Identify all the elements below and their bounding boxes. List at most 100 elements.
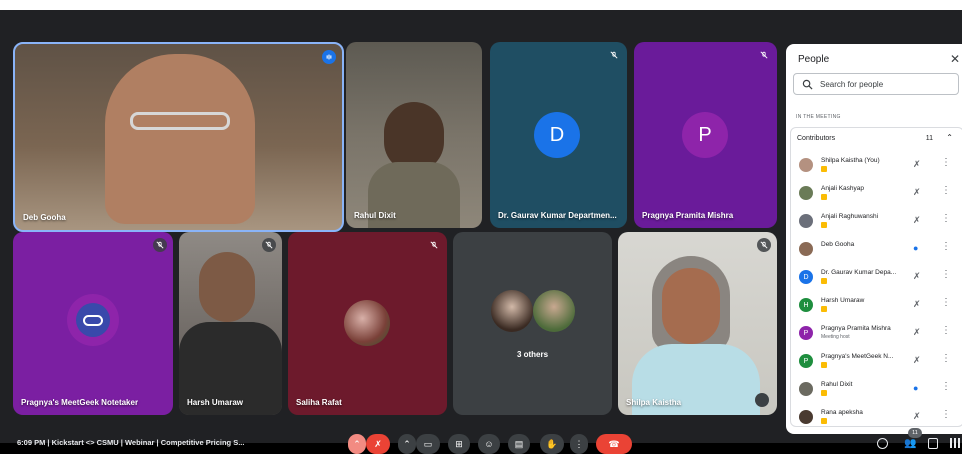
chat-icon[interactable] [928,438,938,449]
mic-muted-icon [757,48,771,62]
avatar [799,214,813,228]
mic-muted-icon: ✗ [913,271,921,281]
captions-button[interactable]: ▤ [508,434,530,454]
participant-row-name: Pragnya Pramita Mishra [821,325,891,332]
more-horizontal-icon: ● [913,383,919,393]
participant-row[interactable]: Deb Gooha ● ⋮ [799,238,959,264]
participant-role: Meeting host [821,334,850,340]
emoji-button[interactable]: ☺ [478,434,500,454]
group-count: 11 [925,135,933,142]
mic-muted-icon: ✗ [913,159,921,169]
participant-row[interactable]: H Harsh Umaraw ✗ ⋮ [799,294,959,320]
avatar [799,158,813,172]
mic-muted-icon [262,238,276,252]
participant-row-name: Rahul Dixit [821,381,853,388]
more-options-icon[interactable]: ⋮ [941,297,951,308]
raise-hand-button[interactable]: ✋ [540,434,564,454]
participant-row-name: Anjali Kashyap [821,185,864,192]
pip-icon[interactable] [755,393,769,407]
bottom-control-bar: 6:09 PM | Kickstart <> CSMU | Webinar | … [0,428,962,454]
glasses [130,112,230,130]
participant-name: Saliha Rafat [296,398,342,407]
speaking-indicator-icon [322,50,336,64]
avatar: P [799,354,813,368]
meeting-stage: Deb Gooha Rahul Dixit D Dr. Gaurav Kumar… [0,10,962,454]
group-label[interactable]: Contributors [797,135,835,142]
more-options-icon[interactable]: ⋮ [941,157,951,168]
activities-icon[interactable] [950,438,960,448]
more-options-icon[interactable]: ⋮ [941,213,951,224]
close-icon[interactable]: ✕ [950,52,960,66]
participant-name: Rahul Dixit [354,211,396,220]
participant-avatar [491,290,533,332]
more-options-icon[interactable]: ⋮ [941,353,951,364]
more-options-icon[interactable]: ⋮ [941,381,951,392]
contributors-group: Contributors 11 ⌃ Shilpa Kaistha (You) ✗… [790,127,962,427]
video-tile-rahul[interactable]: Rahul Dixit [346,42,482,228]
mic-toggle-button[interactable]: ✗ [366,434,390,454]
participant-row[interactable]: Rana apeksha ✗ ⋮ [799,406,959,432]
chevron-up-icon[interactable]: ⌃ [946,133,953,142]
search-icon [802,79,813,90]
browser-top-strip [0,0,962,10]
video-tile-shilpa[interactable]: Shilpa Kaistha [618,232,777,415]
participant-row[interactable]: Anjali Raghuwanshi ✗ ⋮ [799,210,959,236]
participant-name: Pragnya Pramita Mishra [642,211,734,220]
more-options-icon[interactable]: ⋮ [570,434,588,454]
search-placeholder: Search for people [820,80,884,89]
video-tile-others[interactable]: 3 others [453,232,612,415]
video-tile-deb[interactable]: Deb Gooha [13,42,344,232]
more-options-icon[interactable]: ⋮ [941,269,951,280]
more-options-icon[interactable]: ⋮ [941,325,951,336]
avatar [799,410,813,424]
badge-icon [821,306,827,312]
notetaker-logo-icon [67,294,119,346]
mic-muted-icon [153,238,167,252]
people-panel: People ✕ Search for people IN THE MEETIN… [786,44,962,434]
search-input[interactable]: Search for people [793,73,959,95]
mic-muted-icon: ✗ [913,411,921,421]
panel-title: People [798,54,830,65]
participant-row[interactable]: Anjali Kashyap ✗ ⋮ [799,182,959,208]
badge-icon [821,222,827,228]
participants-count-badge: 11 [908,428,922,438]
avatar [799,186,813,200]
camera-toggle-button[interactable]: ▭ [416,434,440,454]
mic-muted-icon [607,48,621,62]
more-options-icon[interactable]: ⋮ [941,241,951,252]
participant-row[interactable]: D Dr. Gaurav Kumar Depa... ✗ ⋮ [799,266,959,292]
participant-row-name: Dr. Gaurav Kumar Depa... [821,269,897,276]
participant-row[interactable]: Rahul Dixit ● ⋮ [799,378,959,404]
badge-icon [821,166,827,172]
section-label: IN THE MEETING [796,114,841,120]
present-button[interactable]: ⊞ [448,434,470,454]
video-tile-notetaker[interactable]: Pragnya's MeetGeek Notetaker [13,232,173,415]
mic-muted-icon: ✗ [913,187,921,197]
participant-avatar: D [534,112,580,158]
chevron-up-icon[interactable]: ⌃ [348,434,366,454]
people-icon[interactable]: 👥 [904,438,916,450]
participant-row-name: Deb Gooha [821,241,855,248]
mic-muted-icon: ✗ [913,327,921,337]
avatar: H [799,298,813,312]
more-options-icon[interactable]: ⋮ [941,185,951,196]
avatar [799,242,813,256]
chevron-up-icon[interactable]: ⌃ [398,434,416,454]
participant-name: Deb Gooha [23,213,66,222]
participant-row-name: Shilpa Kaistha (You) [821,157,880,164]
participant-name: Shilpa Kaistha [626,398,682,407]
video-tile-saliha[interactable]: Saliha Rafat [288,232,447,415]
video-tile-gaurav[interactable]: D Dr. Gaurav Kumar Departmen... [490,42,627,228]
participant-row[interactable]: P Pragnya's MeetGeek N... ✗ ⋮ [799,350,959,376]
participant-name: Dr. Gaurav Kumar Departmen... [498,211,617,220]
participant-row[interactable]: P Pragnya Pramita Mishra Meeting host ✗ … [799,322,959,348]
participant-row-name: Rana apeksha [821,409,863,416]
participant-row[interactable]: Shilpa Kaistha (You) ✗ ⋮ [799,154,959,180]
video-tile-harsh[interactable]: Harsh Umaraw [179,232,282,415]
info-icon[interactable] [877,438,888,449]
more-options-icon[interactable]: ⋮ [941,409,951,420]
participant-avatar [344,300,390,346]
video-tile-pragnya[interactable]: P Pragnya Pramita Mishra [634,42,777,228]
leave-call-button[interactable]: ☎ [596,434,632,454]
others-label: 3 others [516,350,549,359]
